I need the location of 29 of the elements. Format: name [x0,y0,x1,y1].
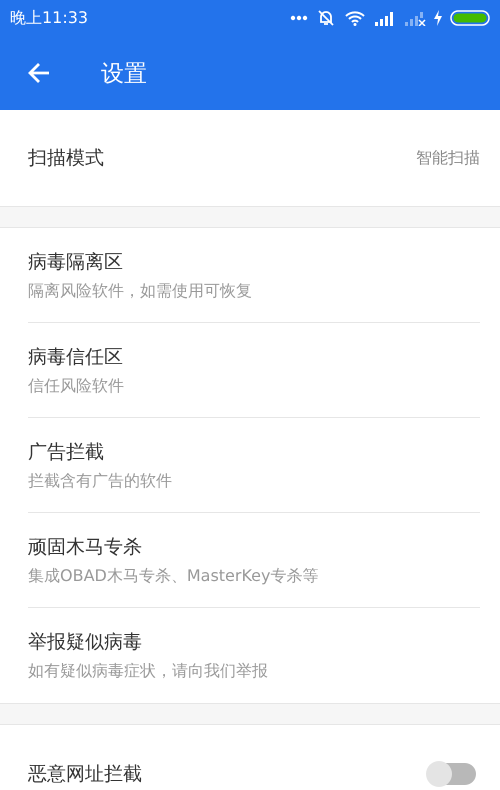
setting-row[interactable]: 广告拦截 拦截含有广告的软件 [28,418,480,513]
setting-value: 智能扫描 [416,148,480,168]
signal-icon [374,10,396,26]
setting-title: 举报疑似病毒 [28,630,143,655]
setting-row[interactable]: 顽固木马专杀 集成OBAD木马专杀、MasterKey专杀等 [28,513,480,608]
setting-title: 恶意网址拦截 [28,762,142,786]
setting-row[interactable]: 举报疑似病毒 如有疑似病毒症状，请向我们举报 [28,608,480,703]
setting-title: 病毒信任区 [28,344,124,370]
setting-row[interactable]: 病毒信任区 信任风险软件 [28,323,480,418]
setting-title: 顽固木马专杀 [28,534,143,560]
setting-description: 隔离风险软件，如需使用可恢复 [28,280,253,302]
setting-description: 如有疑似病毒症状，请向我们举报 [28,661,269,682]
status-time: 晚上11:33 [10,8,88,28]
screen-title: 设置 [101,60,147,88]
wifi-icon [344,10,366,26]
muted-bell-icon [316,8,336,28]
setting-description: 拦截含有广告的软件 [28,470,173,492]
battery-icon [450,10,490,26]
more-dots-icon [290,15,308,21]
toggle-switch[interactable] [428,762,476,784]
setting-title: 广告拦截 [28,440,105,464]
back-arrow-icon[interactable] [27,62,51,84]
setting-description: 集成OBAD木马专杀、MasterKey专杀等 [28,566,320,586]
no-signal-icon [404,10,426,26]
setting-description: 信任风险软件 [28,376,125,396]
charging-icon [434,10,442,26]
setting-label: 扫描模式 [28,146,104,171]
setting-title: 病毒隔离区 [28,250,124,274]
setting-row[interactable]: 病毒隔离区 隔离风险软件，如需使用可恢复 [28,228,480,323]
